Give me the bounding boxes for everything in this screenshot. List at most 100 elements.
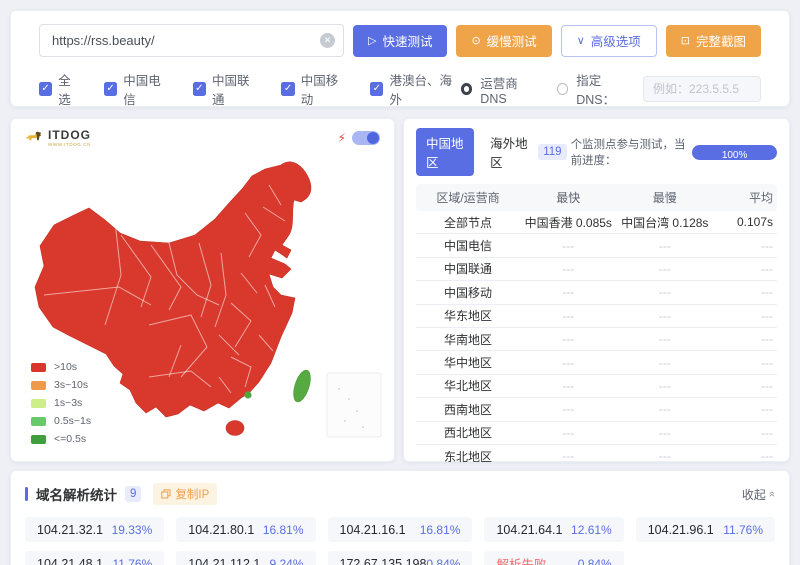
- tab-overseas-region[interactable]: 海外地区: [480, 128, 538, 176]
- average-cell: ---: [713, 309, 777, 323]
- itdog-logo: ITDOG WWW.ITDOG.CN: [24, 129, 91, 149]
- header-fastest: 最快: [520, 189, 617, 206]
- ip-list: 104.21.32.1 19.33% 104.21.80.1 16.81% 10…: [25, 517, 775, 565]
- region-cell: 华南地区: [416, 331, 520, 348]
- resolve-failed-value: 解析失败: [496, 554, 546, 565]
- full-screenshot-label: 完整截图: [696, 31, 746, 50]
- ip-item[interactable]: 104.21.64.1 12.61%: [484, 517, 623, 542]
- checkbox-china-unicom[interactable]: ✓ 中国联通: [193, 70, 260, 108]
- realtime-toggle[interactable]: [352, 131, 380, 145]
- legend-label: 0.5s~1s: [54, 415, 91, 427]
- ip-item[interactable]: 104.21.112.1 9.24%: [176, 551, 315, 565]
- table-row: 华东地区 --- --- ---: [416, 305, 777, 328]
- ip-percent: 12.61%: [571, 523, 612, 537]
- quick-test-button[interactable]: ▷ 快速测试: [353, 25, 447, 57]
- slowest-cell: 中国台湾 0.128s: [617, 214, 714, 231]
- south-china-sea-inset: [327, 373, 381, 437]
- hainan-island[interactable]: [226, 421, 244, 436]
- ip-item[interactable]: 解析失败 0.84%: [484, 551, 623, 565]
- tab-china-region[interactable]: 中国地区: [416, 128, 474, 176]
- lightning-icon: ⚡: [338, 131, 346, 145]
- fastest-cell: ---: [520, 239, 617, 253]
- legend-item: >10s: [31, 361, 91, 373]
- legend-swatch: [31, 417, 46, 426]
- collapse-label: 收起: [742, 486, 766, 503]
- map-panel: ITDOG WWW.ITDOG.CN ⚡: [10, 118, 395, 462]
- dns-stats-title: 域名解析统计: [36, 484, 117, 504]
- fastest-cell: ---: [520, 426, 617, 440]
- region-cell: 中国移动: [416, 284, 520, 301]
- checkmark-icon: ✓: [39, 82, 52, 96]
- url-input[interactable]: [39, 24, 344, 57]
- circle-play-icon: ⊙: [471, 34, 480, 47]
- slowest-cell: ---: [617, 356, 714, 370]
- url-input-wrap: ✕: [39, 24, 344, 57]
- ip-value: 104.21.80.1: [188, 523, 254, 537]
- average-cell: ---: [713, 426, 777, 440]
- advanced-options-button[interactable]: ∨ 高级选项: [561, 25, 657, 57]
- fastest-cell: ---: [520, 356, 617, 370]
- checkbox-select-all[interactable]: ✓ 全选: [39, 70, 82, 108]
- radio-custom-dns-label: 指定DNS：: [576, 70, 635, 108]
- checkbox-hmt-overseas[interactable]: ✓ 港澳台、海外: [370, 70, 461, 108]
- collapse-link[interactable]: 收起 »: [742, 486, 775, 503]
- slowest-cell: ---: [617, 379, 714, 393]
- ip-item[interactable]: 104.21.16.1 16.81%: [328, 517, 473, 542]
- clear-icon[interactable]: ✕: [320, 33, 335, 48]
- slow-test-button[interactable]: ⊙ 缓慢测试: [456, 25, 551, 57]
- chevron-down-icon: ∨: [577, 34, 585, 47]
- slowest-cell: ---: [617, 426, 714, 440]
- average-cell: 0.107s: [713, 215, 777, 229]
- dns-option-group: 运营商DNS 指定DNS：: [461, 70, 761, 108]
- region-cell: 中国电信: [416, 237, 520, 254]
- node-count-badge: 119: [538, 144, 566, 160]
- region-cell: 西南地区: [416, 401, 520, 418]
- region-cell: 全部节点: [416, 214, 520, 231]
- table-row: 中国电信 --- --- ---: [416, 234, 777, 257]
- average-cell: ---: [713, 262, 777, 276]
- ip-percent: 16.81%: [263, 523, 304, 537]
- taiwan-island[interactable]: [290, 368, 314, 404]
- header-region: 区域/运营商: [416, 189, 520, 206]
- table-row: 华南地区 --- --- ---: [416, 328, 777, 351]
- checkbox-china-telecom[interactable]: ✓ 中国电信: [104, 70, 171, 108]
- copy-ip-label: 复制IP: [175, 486, 209, 502]
- ip-percent: 0.84%: [426, 557, 460, 565]
- isp-checkbox-group: ✓ 全选 ✓ 中国电信 ✓ 中国联通 ✓ 中国移动 ✓ 港澳台、海外: [39, 70, 461, 108]
- ip-item[interactable]: 172.67.135.198 0.84%: [328, 551, 473, 565]
- logo-subtitle: WWW.ITDOG.CN: [48, 143, 91, 148]
- quick-test-label: 快速测试: [382, 31, 432, 50]
- dns-stats-panel: 域名解析统计 9 复制IP 收起 » 104.21.32.1 19.33% 10…: [10, 470, 790, 565]
- copy-icon: [161, 489, 171, 499]
- fastest-cell: ---: [520, 402, 617, 416]
- full-screenshot-button[interactable]: ⊡ 完整截图: [666, 25, 761, 57]
- copy-ip-button[interactable]: 复制IP: [153, 483, 217, 505]
- custom-dns-input[interactable]: [643, 76, 761, 102]
- ip-item[interactable]: 104.21.32.1 19.33%: [25, 517, 164, 542]
- title-accent-bar: [25, 487, 28, 501]
- ip-item[interactable]: 104.21.48.1 11.76%: [25, 551, 164, 565]
- ip-value: 172.67.135.198: [340, 557, 427, 565]
- checkmark-icon: ✓: [281, 82, 294, 96]
- radio-isp-dns[interactable]: [461, 83, 473, 95]
- logo-title: ITDOG: [48, 129, 91, 141]
- radio-custom-dns[interactable]: [557, 83, 568, 95]
- region-cell: 华东地区: [416, 307, 520, 324]
- region-cell: 华中地区: [416, 354, 520, 371]
- hongkong-marker[interactable]: [244, 391, 251, 398]
- test-toolbar: ✕ ▷ 快速测试 ⊙ 缓慢测试 ∨ 高级选项 ⊡ 完整截图 ✓ 全选 ✓ 中国电…: [10, 10, 790, 107]
- latency-table: 区域/运营商 最快 最慢 平均 全部节点 中国香港 0.085s 中国台湾 0.…: [416, 184, 777, 492]
- ip-item[interactable]: 104.21.96.1 11.76%: [636, 517, 775, 542]
- legend-item: 0.5s~1s: [31, 415, 91, 427]
- fastest-cell: ---: [520, 285, 617, 299]
- legend-swatch: [31, 381, 46, 390]
- ip-count-badge: 9: [125, 486, 141, 502]
- legend-swatch: [31, 399, 46, 408]
- checkbox-china-unicom-label: 中国联通: [212, 70, 259, 108]
- checkbox-china-mobile[interactable]: ✓ 中国移动: [281, 70, 348, 108]
- header-slowest: 最慢: [617, 189, 714, 206]
- slowest-cell: ---: [617, 332, 714, 346]
- ip-item[interactable]: 104.21.80.1 16.81%: [176, 517, 315, 542]
- toggle-knob: [367, 132, 379, 144]
- result-panel: 中国地区 海外地区 119 个监测点参与测试，当前进度： 100% 区域/运营商…: [403, 118, 790, 462]
